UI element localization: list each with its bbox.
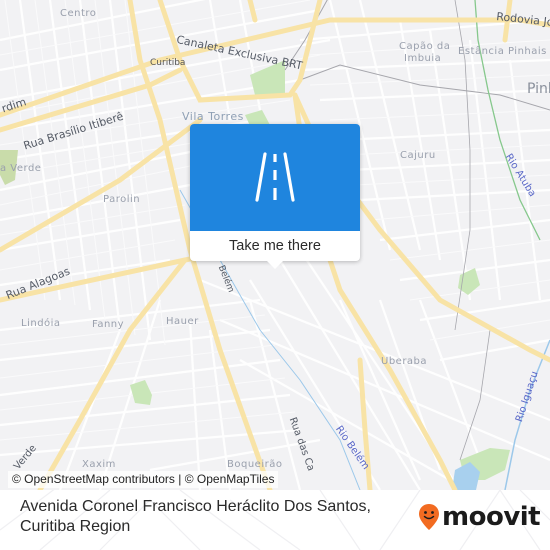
label-cajuru: Cajuru bbox=[400, 150, 436, 161]
destination-popup[interactable]: Take me there bbox=[190, 124, 360, 269]
label-uberaba: Uberaba bbox=[381, 356, 428, 367]
label-xaxim: Xaxim bbox=[82, 459, 116, 470]
popup-pointer bbox=[267, 261, 283, 269]
road-icon bbox=[255, 152, 295, 202]
label-fanny: Fanny bbox=[92, 319, 125, 330]
label-lindoia: Lindóia bbox=[21, 318, 61, 329]
label-capao-da: Capão da bbox=[399, 41, 451, 52]
label-vila-torres: Vila Torres bbox=[182, 110, 244, 123]
label-pinhais: Pinh bbox=[527, 81, 550, 97]
label-centro: Centro bbox=[60, 8, 97, 19]
map[interactable]: Centro Canaleta Exclusiva BRT Curitiba R… bbox=[0, 0, 550, 490]
label-verde: a Verde bbox=[0, 163, 42, 174]
label-parolin: Parolin bbox=[103, 194, 141, 205]
label-curitiba: Curitiba bbox=[150, 58, 186, 68]
label-boqueirao: Boqueirão bbox=[227, 459, 283, 470]
map-attribution[interactable]: © OpenStreetMap contributors | © OpenMap… bbox=[8, 471, 279, 488]
label-estancia-pinhais: Estância Pinhais bbox=[458, 46, 547, 57]
popup-header[interactable] bbox=[190, 124, 360, 231]
footer: Avenida Coronel Francisco Heráclito Dos … bbox=[0, 490, 550, 550]
moovit-pin-icon bbox=[419, 504, 439, 530]
moovit-wordmark: moovit bbox=[442, 502, 541, 532]
location-title: Avenida Coronel Francisco Heráclito Dos … bbox=[20, 498, 371, 535]
take-me-there-button[interactable]: Take me there bbox=[190, 231, 360, 261]
label-imbuia: Imbuia bbox=[404, 53, 442, 64]
moovit-logo[interactable]: moovit bbox=[418, 502, 541, 532]
label-hauer: Hauer bbox=[166, 316, 199, 327]
